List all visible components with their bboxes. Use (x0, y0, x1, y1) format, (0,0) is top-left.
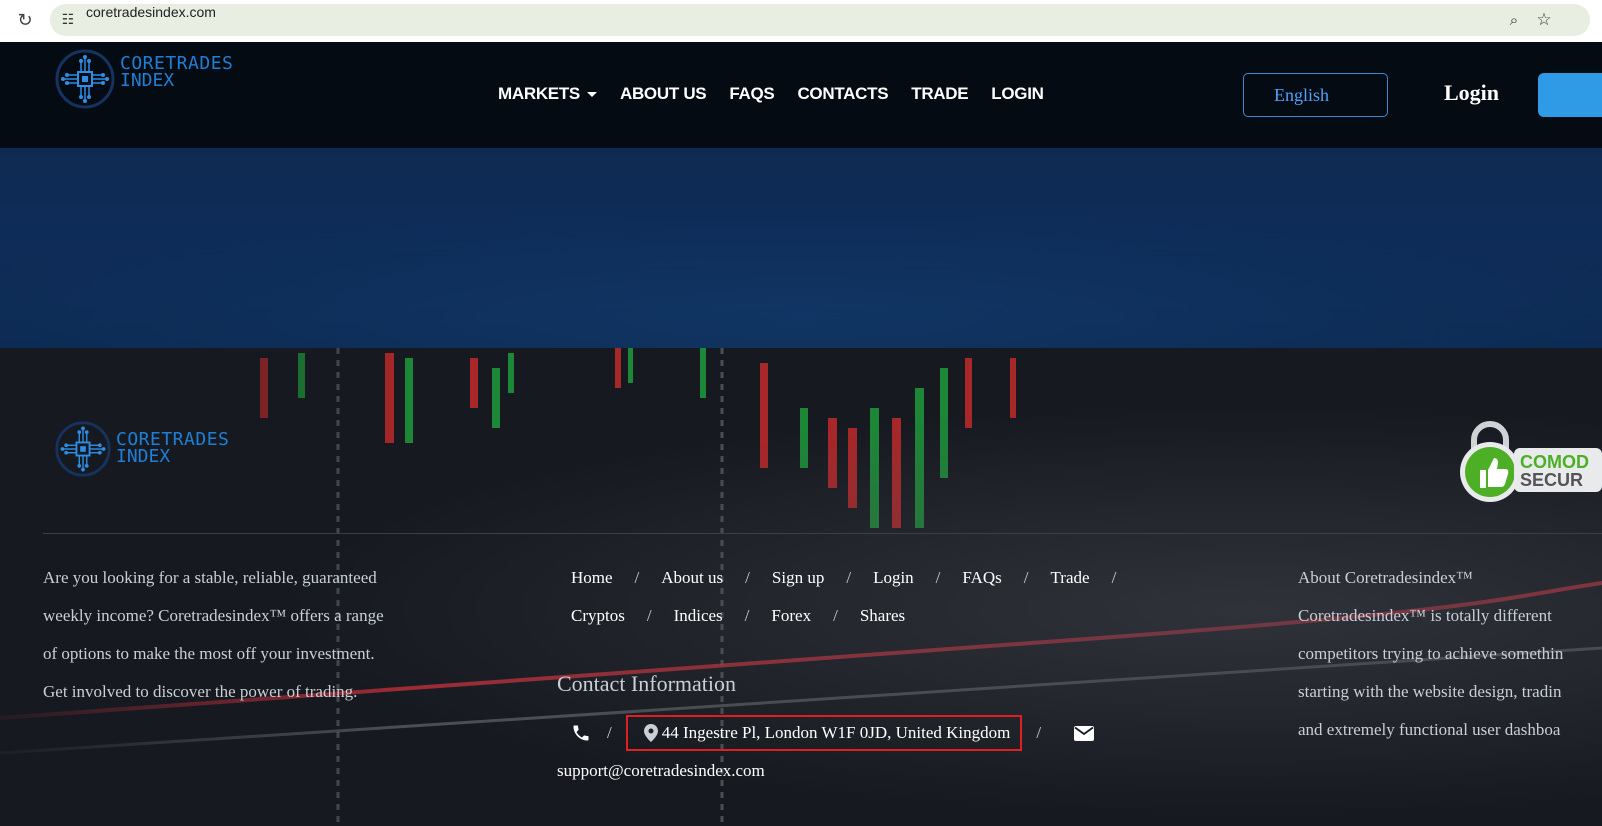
separator: / (935, 568, 941, 587)
bookmark-star-icon[interactable]: ☆ (1534, 10, 1554, 30)
footer-link-about-us[interactable]: About us (661, 568, 723, 588)
caret-down-icon (586, 91, 597, 97)
intro-line: weekly income? Coretradesindex™ offers a… (43, 606, 384, 625)
footer-link-shares[interactable]: Shares (860, 606, 905, 626)
about-title: About Coretradesindex™ (1298, 568, 1473, 587)
footer-links-row: Home / About us / Sign up / Login / FAQs / Tr… (571, 559, 1191, 597)
main-nav: MARKETS ABOUT US FAQS CONTACTS TRADE LOG… (498, 84, 1067, 104)
about-line: and extremely functional user dashboa (1298, 720, 1561, 739)
separator: / (745, 568, 750, 587)
intro-line: Get involved to discover the power of tr… (43, 682, 358, 701)
nav-trade[interactable]: TRADE (911, 84, 968, 104)
separator: / (846, 568, 852, 587)
separator: / (744, 606, 750, 625)
about-line: starting with the website design, tradin (1298, 682, 1562, 701)
separator: / (646, 606, 652, 625)
footer-about: About Coretradesindex™ Coretradesindex™ … (1298, 559, 1602, 749)
separator: / (833, 606, 838, 625)
footer-link-faqs[interactable]: FAQs (962, 568, 1001, 588)
seal-text-2: SECUR (1520, 470, 1583, 490)
footer-link-trade[interactable]: Trade (1051, 568, 1090, 588)
thumbs-up-lock-icon: COMOD SECUR (1460, 421, 1602, 502)
contact-info-title: Contact Information (557, 671, 737, 696)
nav-markets-label: MARKETS (498, 84, 580, 103)
nav-contacts[interactable]: CONTACTS (797, 84, 888, 104)
comodo-secure-seal[interactable]: COMOD SECUR (1456, 420, 1602, 507)
contact-info-row: / 44 Ingestre Pl, London W1F 0JD, United… (557, 714, 1095, 752)
footer-link-forex[interactable]: Forex (771, 606, 811, 626)
address-text: 44 Ingestre Pl, London W1F 0JD, United K… (661, 723, 1011, 742)
header-cta-button[interactable] (1538, 73, 1602, 117)
map-marker-icon (643, 724, 658, 742)
support-email[interactable]: support@coretradesindex.com (557, 752, 765, 790)
separator: / (634, 568, 640, 587)
footer-link-home[interactable]: Home (571, 568, 613, 588)
zoom-icon[interactable]: ⌕ (1504, 10, 1524, 30)
seal-text-1: COMOD (1520, 452, 1589, 472)
site-footer: CORETRADES INDEX COMOD SECUR Are you loo… (0, 348, 1602, 826)
hero-glow (0, 208, 1602, 348)
footer-intro: Are you looking for a stable, reliable, … (43, 559, 443, 711)
nav-about-us[interactable]: ABOUT US (620, 84, 707, 104)
footer-divider (43, 533, 1602, 534)
separator: / (607, 723, 612, 742)
separator: / (1023, 568, 1029, 587)
browser-chrome: ↻ ☷ coretradesindex.com ⌕ ☆ (0, 0, 1602, 42)
footer-link-indices[interactable]: Indices (674, 606, 723, 626)
nav-markets[interactable]: MARKETS (498, 84, 597, 104)
chip-logo-icon (55, 49, 115, 109)
nav-faqs[interactable]: FAQS (729, 84, 774, 104)
footer-links: Home / About us / Sign up / Login / FAQs / Tr… (571, 559, 1191, 635)
footer-link-login[interactable]: Login (873, 568, 914, 588)
footer-link-sign-up[interactable]: Sign up (772, 568, 824, 588)
about-line: Coretradesindex™ is totally different (1298, 606, 1552, 625)
logo-line2: INDEX (116, 446, 171, 467)
footer-link-cryptos[interactable]: Cryptos (571, 606, 625, 626)
separator: / (1111, 568, 1117, 587)
language-select[interactable]: English (1243, 73, 1388, 117)
nav-login[interactable]: LOGIN (991, 84, 1044, 104)
logo-text: CORETRADES INDEX (120, 55, 233, 91)
site-settings-icon[interactable]: ☷ (58, 10, 78, 30)
phone-icon[interactable] (569, 721, 593, 745)
header-login-link[interactable]: Login (1444, 80, 1499, 106)
logo-line2: INDEX (120, 70, 175, 91)
logo-text: CORETRADES INDEX (116, 431, 229, 467)
about-line: competitors trying to achieve somethin (1298, 644, 1564, 663)
envelope-icon[interactable] (1073, 722, 1095, 744)
intro-line: of options to make the most off your inv… (43, 644, 375, 663)
intro-line: Are you looking for a stable, reliable, … (43, 568, 377, 587)
url-text: coretradesindex.com (86, 4, 216, 20)
address-highlight[interactable]: 44 Ingestre Pl, London W1F 0JD, United K… (625, 715, 1023, 751)
footer-links-row: Cryptos / Indices / Forex / Shares (571, 597, 1191, 635)
footer-logo[interactable]: CORETRADES INDEX (54, 420, 229, 478)
hero-banner (0, 148, 1602, 348)
reload-icon[interactable]: ↻ (14, 10, 36, 32)
site-header: CORETRADES INDEX MARKETS ABOUT US FAQS C… (0, 42, 1602, 148)
separator: / (1036, 723, 1042, 742)
chip-logo-icon (55, 421, 111, 477)
header-logo[interactable]: CORETRADES INDEX (54, 48, 233, 110)
address-bar[interactable]: ☷ coretradesindex.com ⌕ ☆ (50, 4, 1590, 36)
